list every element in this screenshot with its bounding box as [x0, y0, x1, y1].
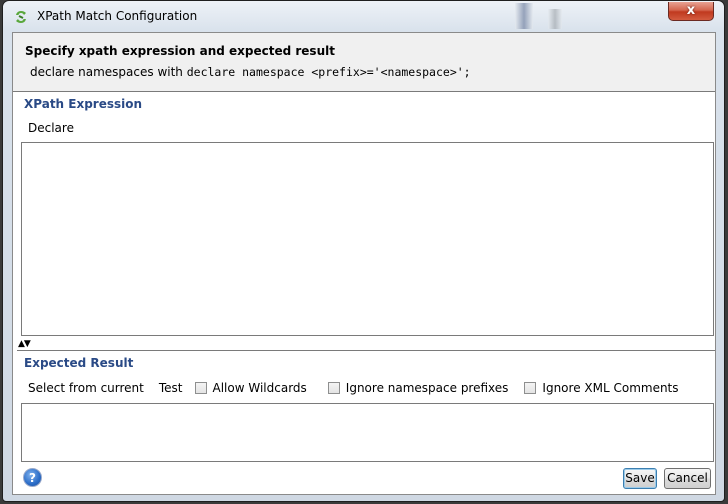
dialog-window: XPath Match Configuration x Specify xpat…: [2, 0, 725, 502]
xpath-expression-input[interactable]: [21, 142, 714, 336]
expected-result-label: Expected Result: [24, 356, 134, 370]
splitter-divider[interactable]: [17, 350, 715, 351]
expected-result-toolbar: Select from current Test Allow Wildcards…: [28, 379, 679, 397]
help-icon[interactable]: ?: [23, 468, 42, 487]
background-window-artifact: [548, 9, 562, 29]
splitter-handle[interactable]: ▲▼: [18, 339, 31, 349]
close-button[interactable]: x: [668, 2, 714, 21]
checkbox-label: Ignore namespace prefixes: [345, 381, 509, 395]
xpath-expression-label: XPath Expression: [24, 97, 143, 111]
dialog-header: Specify xpath expression and expected re…: [13, 33, 715, 92]
background-window-artifact: [515, 3, 533, 29]
description-text: declare namespaces with: [30, 65, 187, 79]
save-button[interactable]: Save: [623, 468, 657, 489]
soapui-logo-icon: [16, 11, 26, 23]
test-button[interactable]: Test: [159, 381, 183, 395]
description-code: declare namespace <prefix>='<namespace>'…: [186, 65, 471, 79]
ignore-xml-comments-checkbox[interactable]: Ignore XML Comments: [524, 381, 679, 395]
checkbox-box[interactable]: [327, 382, 340, 394]
checkbox-label: Ignore XML Comments: [542, 381, 679, 395]
header-description: declare namespaces with declare namespac…: [30, 65, 471, 79]
expected-result-input[interactable]: [21, 403, 714, 462]
dialog-content: Specify xpath expression and expected re…: [12, 32, 716, 495]
checkbox-label: Allow Wildcards: [212, 381, 307, 395]
title-bar[interactable]: XPath Match Configuration x: [3, 1, 724, 33]
allow-wildcards-checkbox[interactable]: Allow Wildcards: [194, 381, 307, 395]
ignore-namespace-prefixes-checkbox[interactable]: Ignore namespace prefixes: [327, 381, 509, 395]
cancel-button[interactable]: Cancel: [664, 468, 711, 489]
expand-down-icon[interactable]: ▼: [24, 339, 31, 349]
window-title: XPath Match Configuration: [37, 9, 198, 23]
header-title: Specify xpath expression and expected re…: [25, 44, 335, 58]
select-from-current-button[interactable]: Select from current: [28, 381, 144, 395]
declare-button[interactable]: Declare: [28, 121, 74, 135]
checkbox-box[interactable]: [524, 382, 537, 394]
close-icon: x: [686, 3, 696, 18]
checkbox-box[interactable]: [194, 382, 207, 394]
